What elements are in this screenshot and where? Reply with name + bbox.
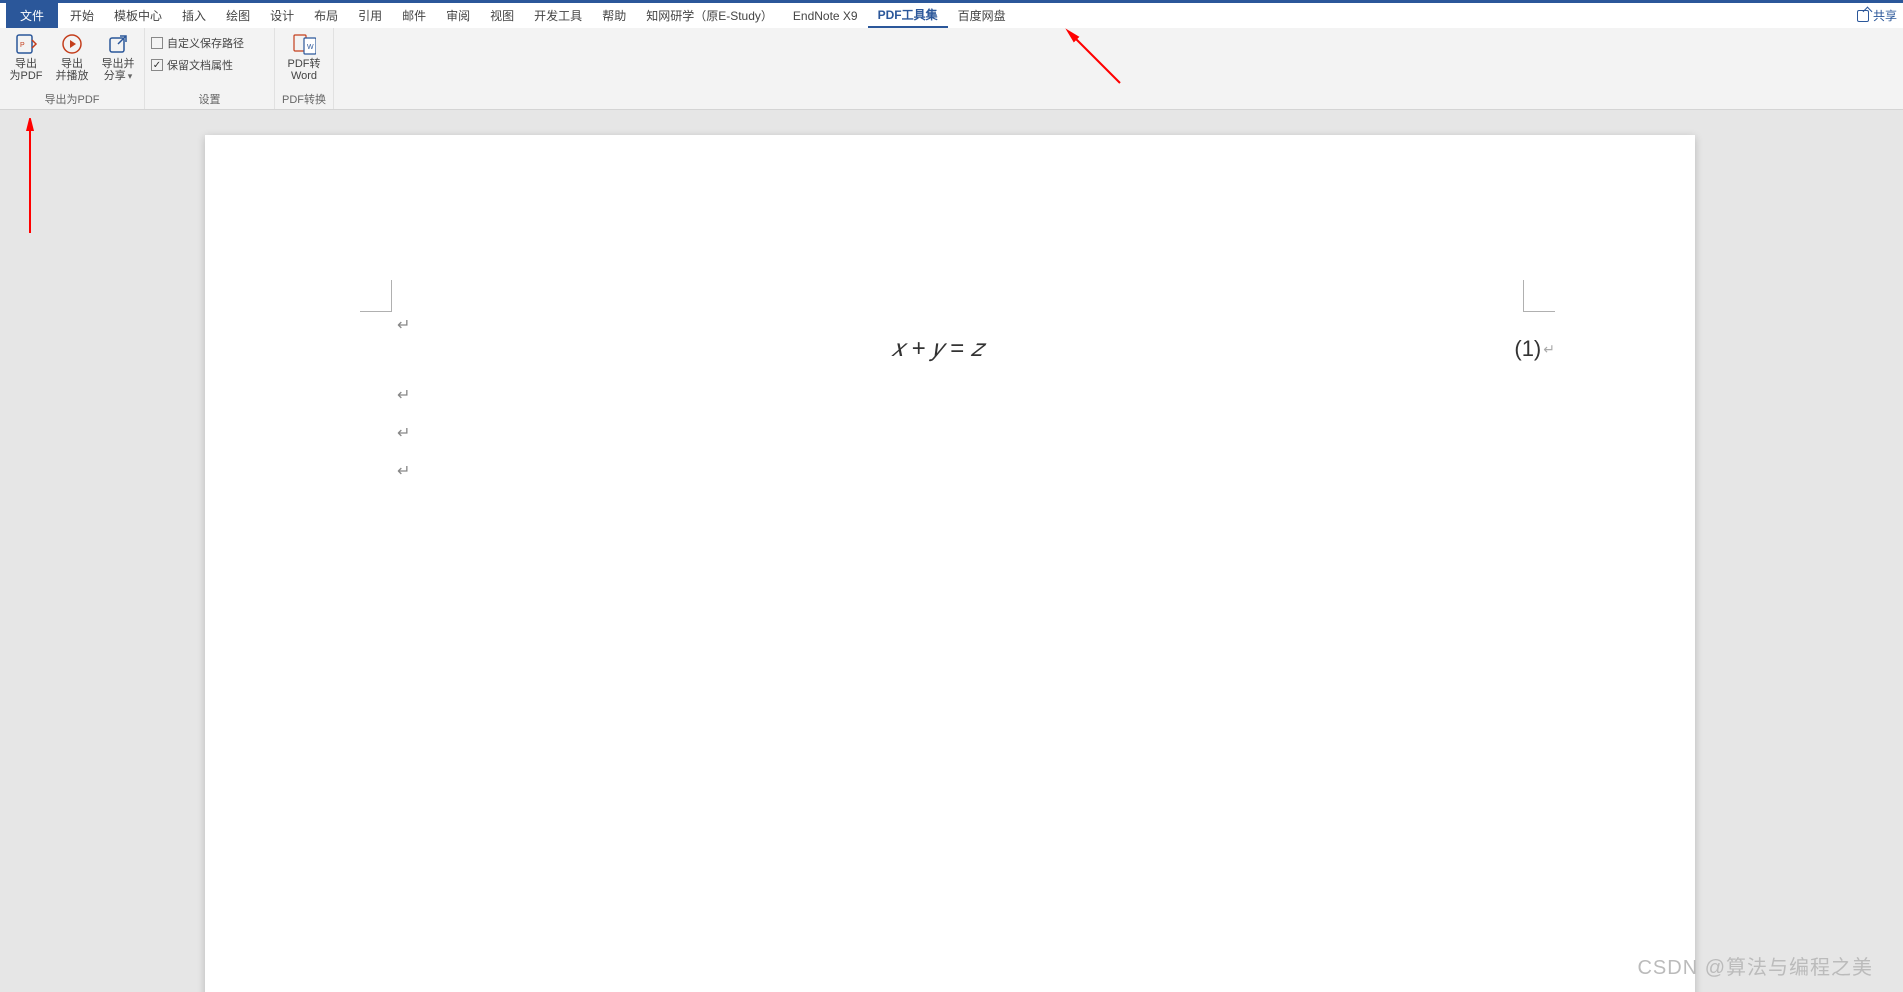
document-canvas[interactable]: ↵ 𝑥 + 𝑦 = 𝑧 (1) ↵ ↵ ↵ ↵ — [0, 113, 1903, 992]
menu-bar: 文件 开始 模板中心 插入 绘图 设计 布局 引用 邮件 审阅 视图 开发工具 … — [0, 0, 1903, 28]
ribbon: P 导出为PDF 导出并播放 导出并分享 导出为PDF 自 — [0, 28, 1903, 110]
checkbox-icon — [151, 37, 163, 49]
equation-number: (1) — [1514, 336, 1541, 362]
paragraph-mark: ↵ — [397, 385, 410, 405]
export-pdf-line1: 导出 — [15, 58, 37, 70]
export-share-line1: 导出并 — [102, 58, 135, 70]
document-page[interactable]: ↵ 𝑥 + 𝑦 = 𝑧 (1) ↵ ↵ ↵ ↵ — [205, 135, 1695, 992]
equation-row[interactable]: 𝑥 + 𝑦 = 𝑧 (1) ↵ — [360, 335, 1555, 363]
share-label: 共享 — [1873, 7, 1897, 24]
tab-home[interactable]: 开始 — [60, 3, 104, 28]
checkbox-checked-icon — [151, 59, 163, 71]
tab-file[interactable]: 文件 — [6, 3, 58, 28]
checkbox-custom-path[interactable]: 自定义保存路径 — [151, 34, 244, 52]
tab-pdf-toolset[interactable]: PDF工具集 — [868, 3, 948, 28]
paragraph-mark: ↵ — [1543, 341, 1555, 358]
export-play-button[interactable]: 导出并播放 — [52, 32, 92, 82]
tab-template-center[interactable]: 模板中心 — [104, 3, 172, 28]
watermark: CSDN @算法与编程之美 — [1637, 951, 1873, 980]
pdf-to-word-line2: Word — [291, 70, 317, 82]
paragraph-mark: ↵ — [397, 315, 410, 335]
tab-endnote[interactable]: EndNote X9 — [783, 3, 868, 28]
paragraph-mark: ↵ — [397, 461, 410, 481]
pdf-to-word-line1: PDF转 — [288, 58, 321, 70]
export-pdf-line2: 为PDF — [10, 70, 43, 82]
checkbox-keep-props-label: 保留文档属性 — [167, 57, 233, 73]
equation-text: 𝑥 + 𝑦 = 𝑧 — [360, 335, 1514, 363]
pdf-to-word-icon: W — [292, 32, 316, 56]
tab-references[interactable]: 引用 — [348, 3, 392, 28]
tab-layout[interactable]: 布局 — [304, 3, 348, 28]
tab-draw[interactable]: 绘图 — [216, 3, 260, 28]
tab-baidu-netdisk[interactable]: 百度网盘 — [948, 3, 1016, 28]
tab-design[interactable]: 设计 — [260, 3, 304, 28]
tab-help[interactable]: 帮助 — [592, 3, 636, 28]
ribbon-group-convert: W PDF转Word PDF转换 — [275, 28, 334, 109]
menu-tabs: 文件 开始 模板中心 插入 绘图 设计 布局 引用 邮件 审阅 视图 开发工具 … — [6, 3, 1016, 28]
pdf-to-word-button[interactable]: W PDF转Word — [281, 32, 327, 82]
tab-view[interactable]: 视图 — [480, 3, 524, 28]
checkbox-keep-props[interactable]: 保留文档属性 — [151, 56, 233, 74]
checkbox-custom-path-label: 自定义保存路径 — [167, 35, 244, 51]
margin-corner-tr — [1523, 280, 1555, 312]
paragraph-mark: ↵ — [397, 423, 410, 443]
share-icon — [1857, 10, 1869, 22]
margin-corner-tl — [360, 280, 392, 312]
group-settings-label: 设置 — [151, 89, 268, 107]
tab-review[interactable]: 审阅 — [436, 3, 480, 28]
play-icon — [60, 32, 84, 56]
pdf-export-icon: P — [14, 32, 38, 56]
export-play-line1: 导出 — [61, 58, 83, 70]
export-play-line2: 并播放 — [56, 70, 89, 82]
tab-developer[interactable]: 开发工具 — [524, 3, 592, 28]
share-out-icon — [106, 32, 130, 56]
share-button[interactable]: 共享 — [1857, 7, 1897, 24]
svg-text:W: W — [307, 44, 314, 51]
ribbon-group-export: P 导出为PDF 导出并播放 导出并分享 导出为PDF — [0, 28, 145, 109]
svg-text:P: P — [20, 42, 25, 49]
tab-mailings[interactable]: 邮件 — [392, 3, 436, 28]
tab-cnki-estudy[interactable]: 知网研学（原E-Study） — [636, 3, 783, 28]
tab-insert[interactable]: 插入 — [172, 3, 216, 28]
group-export-label: 导出为PDF — [6, 89, 138, 107]
ribbon-group-settings: 自定义保存路径 保留文档属性 设置 — [145, 28, 275, 109]
group-convert-label: PDF转换 — [281, 89, 327, 107]
export-share-button[interactable]: 导出并分享 — [98, 32, 138, 82]
export-share-line2: 分享 — [104, 70, 126, 82]
export-pdf-button[interactable]: P 导出为PDF — [6, 32, 46, 82]
